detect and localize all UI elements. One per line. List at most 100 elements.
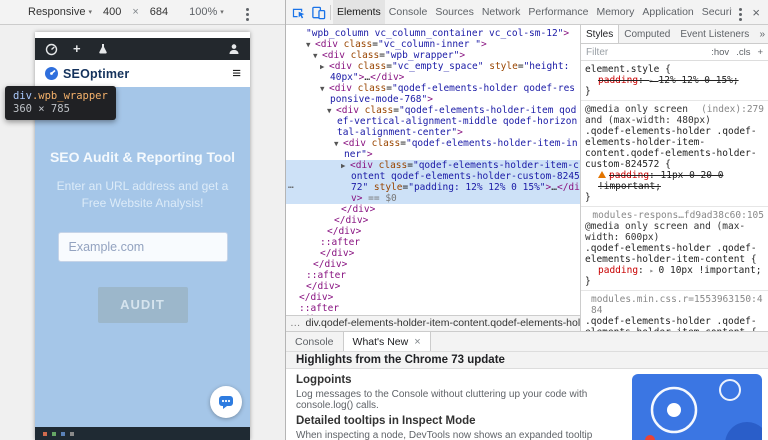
dom-tree-line[interactable]: "wpb_column vc_column_container vc_col-s…: [286, 28, 580, 39]
device-canvas: + SEOptimer ≡ SEO Audit &: [0, 25, 285, 440]
dom-tree-line[interactable]: </div>: [286, 226, 580, 237]
shorthand-expand-icon[interactable]: ▸: [650, 266, 659, 275]
responsive-mode-dropdown[interactable]: Responsive ▾: [28, 6, 92, 18]
expand-arrow-icon[interactable]: ▼: [306, 40, 315, 49]
dom-tree-line-selected[interactable]: …▶ <div class="qodef-elements-holder-ite…: [286, 160, 580, 204]
chat-widget[interactable]: [210, 386, 242, 418]
dom-tree: "wpb_column vc_column_container vc_col-s…: [286, 25, 580, 315]
device-toolbar-more-icon[interactable]: [242, 5, 254, 19]
dom-tree-line[interactable]: </div>: [286, 292, 580, 303]
dom-tree-line[interactable]: </div>: [286, 281, 580, 292]
shorthand-expand-icon[interactable]: ▸: [650, 76, 659, 85]
dom-tree-line[interactable]: ▼ <div class="vc_column-inner ">: [286, 39, 580, 50]
dimensions-separator: ×: [132, 6, 138, 18]
dom-tree-line[interactable]: ::after: [286, 303, 580, 314]
stylesheet-link[interactable]: modules-respons…fd9ad38c60:105: [592, 210, 764, 221]
stylesheet-link[interactable]: (index):279: [701, 104, 764, 115]
css-selector[interactable]: .qodef-elements-holder .qodef-elements-h…: [585, 243, 764, 265]
rule-close-brace: }: [585, 192, 764, 203]
dom-tree-line[interactable]: </div>: [286, 248, 580, 259]
element-classes-button[interactable]: .cls: [736, 47, 750, 58]
dom-tree-line[interactable]: </div>: [286, 204, 580, 215]
dom-tree-line[interactable]: ▼ <div class="qodef-elements-holder-item…: [286, 105, 580, 138]
dom-tree-line[interactable]: ▶ <div class="vc_empty_space" style="hei…: [286, 61, 580, 83]
tab-sources[interactable]: Sources: [431, 0, 478, 24]
expand-arrow-icon[interactable]: ▶: [341, 161, 350, 170]
expand-arrow-icon[interactable]: ▼: [313, 51, 322, 60]
viewport-height-input[interactable]: 684: [147, 5, 171, 19]
expand-arrow-icon[interactable]: ▼: [327, 106, 336, 115]
dom-tree-line[interactable]: ::after: [286, 270, 580, 281]
inspect-element-icon[interactable]: [288, 2, 308, 22]
whatsnew-section: LogpointsLog messages to the Console wit…: [296, 374, 626, 411]
toggle-device-toolbar-icon[interactable]: [308, 2, 328, 22]
devtools-more-icon[interactable]: [734, 3, 746, 21]
chevron-down-icon: ▾: [88, 8, 92, 16]
css-selector[interactable]: .qodef-elements-holder .qodef-elements-h…: [585, 126, 764, 170]
footer-dot: [43, 432, 47, 436]
toggle-element-state-button[interactable]: :hov: [711, 47, 729, 58]
sidebar-tab-styles[interactable]: Styles: [581, 25, 619, 43]
css-declaration[interactable]: padding: ▸ 0 10px !important;: [585, 265, 764, 276]
dom-tree-line[interactable]: ::after: [286, 237, 580, 248]
sidebar-tab-event-listeners[interactable]: Event Listeners: [675, 25, 754, 43]
sidebar-tab-computed[interactable]: Computed: [619, 25, 675, 43]
breadcrumb-crumb[interactable]: div.qodef-elements-holder-item-content.q…: [306, 317, 581, 329]
device-emulation-pane: Responsive ▾ 400 × 684 100% ▾ +: [0, 0, 285, 440]
hamburger-menu-icon[interactable]: ≡: [232, 66, 241, 81]
footer-dot: [70, 432, 74, 436]
style-rule: element.style {padding: ▸ 12% 12% 0 15%;…: [581, 61, 768, 101]
whatsnew-section-title[interactable]: Detailed tooltips in Inspect Mode: [296, 415, 626, 428]
dom-tree-line[interactable]: ▼ <div class="qodef-elements-holder qode…: [286, 83, 580, 105]
seoptimer-logo[interactable]: SEOptimer: [44, 66, 129, 81]
dashboard-icon[interactable]: [44, 42, 58, 56]
audit-button[interactable]: AUDIT: [98, 287, 188, 323]
dom-tree-line[interactable]: ▼ <div class="wpb_wrapper">: [286, 50, 580, 61]
tab-security[interactable]: Security: [698, 0, 733, 24]
new-style-rule-icon[interactable]: +: [757, 47, 763, 58]
dom-tree-line[interactable]: </div>: [286, 215, 580, 226]
logo-text: SEOptimer: [63, 67, 129, 81]
flask-icon[interactable]: [96, 42, 110, 56]
styles-sidebar: » StylesComputedEvent Listeners Filter :…: [580, 25, 768, 331]
selection-overflow-ellipsis: …: [288, 180, 294, 191]
site-footer: [35, 427, 250, 440]
breadcrumb: … div.qodef-elements-holder-item-content.…: [286, 315, 580, 331]
stylesheet-link[interactable]: modules.min.css.r=1553963150:484: [591, 294, 764, 316]
css-declaration[interactable]: padding: 11px 0 20 0 !important;: [585, 170, 764, 192]
tab-memory[interactable]: Memory: [592, 0, 638, 24]
style-rule: modules-respons…fd9ad38c60:105@media onl…: [581, 207, 768, 291]
overflow-chevron-icon[interactable]: »: [759, 29, 768, 40]
css-selector[interactable]: element.style {: [585, 64, 764, 75]
dom-tree-line[interactable]: ▼ <div class="qodef-elements-holder-item…: [286, 138, 580, 160]
tab-application[interactable]: Application: [638, 0, 697, 24]
viewport-width-input[interactable]: 400: [100, 5, 124, 19]
tab-network[interactable]: Network: [478, 0, 525, 24]
plus-icon[interactable]: +: [73, 38, 81, 60]
styles-filter-input[interactable]: Filter: [586, 47, 704, 58]
zoom-level-label: 100%: [189, 6, 217, 18]
toolbar-separator: [330, 5, 331, 20]
devtools-pane: ElementsConsoleSourcesNetworkPerformance…: [285, 0, 768, 440]
tab-performance[interactable]: Performance: [524, 0, 592, 24]
breadcrumb-overflow[interactable]: …: [290, 317, 301, 329]
expand-arrow-icon[interactable]: ▼: [334, 139, 343, 148]
tab-console[interactable]: Console: [385, 0, 432, 24]
tooltip-class: .wpb_wrapper: [32, 90, 108, 102]
close-icon[interactable]: ×: [746, 5, 766, 20]
whatsnew-section-title[interactable]: Logpoints: [296, 374, 626, 387]
user-icon[interactable]: [227, 42, 241, 56]
tab-console-drawer[interactable]: Console: [286, 332, 343, 351]
tab-whats-new[interactable]: What's New ×: [343, 332, 431, 351]
style-rule: (index):279@media only screen and (max-w…: [581, 101, 768, 207]
expand-arrow-icon[interactable]: ▶: [320, 62, 329, 71]
css-declaration[interactable]: padding: ▸ 12% 12% 0 15%;: [585, 75, 764, 86]
styles-rules: element.style {padding: ▸ 12% 12% 0 15%;…: [581, 61, 768, 331]
dom-tree-line[interactable]: </div>: [286, 259, 580, 270]
close-icon[interactable]: ×: [414, 336, 420, 348]
zoom-dropdown[interactable]: 100% ▾: [189, 6, 224, 18]
tab-elements[interactable]: Elements: [333, 0, 385, 24]
whatsnew-header: Highlights from the Chrome 73 update: [286, 352, 768, 369]
url-input[interactable]: Example.com: [58, 232, 228, 262]
expand-arrow-icon[interactable]: ▼: [320, 84, 329, 93]
